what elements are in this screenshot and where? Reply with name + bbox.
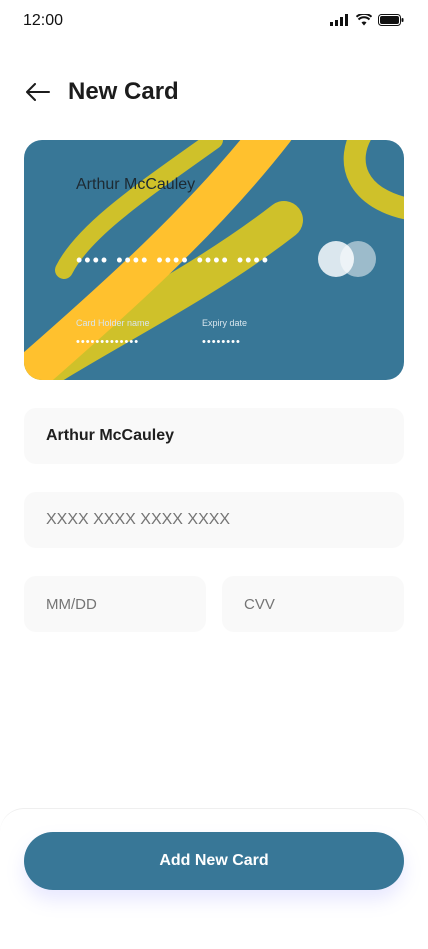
status-time: 12:00	[23, 12, 64, 29]
card-brand-logo	[318, 240, 378, 278]
card-holder-name: Arthur McCauley	[76, 176, 196, 193]
name-field[interactable]	[24, 408, 404, 464]
card-preview: Arthur McCauley •••• •••• •••• •••• ••••…	[24, 140, 404, 380]
arrow-left-icon	[26, 83, 50, 101]
card-number-field[interactable]	[24, 492, 404, 548]
battery-icon	[378, 14, 404, 26]
card-holder-value: •••••••••••••	[76, 336, 140, 348]
name-input[interactable]	[44, 426, 404, 446]
card-number: •••• •••• •••• •••• ••••	[76, 250, 271, 270]
expiry-input[interactable]	[44, 594, 206, 614]
cvv-field[interactable]	[222, 576, 404, 632]
card-holder-label: Card Holder name	[76, 318, 150, 328]
expiry-field[interactable]	[24, 576, 206, 632]
expiry-value: ••••••••	[202, 336, 241, 348]
status-bar: 12:00	[0, 0, 428, 44]
card-number-input[interactable]	[44, 510, 404, 530]
cvv-input[interactable]	[242, 594, 404, 614]
back-button[interactable]	[20, 76, 56, 108]
status-icons	[330, 14, 404, 26]
wifi-icon	[356, 14, 372, 26]
logo-circle-right	[340, 241, 376, 277]
signal-icon	[330, 14, 348, 26]
expiry-label: Expiry date	[202, 318, 248, 328]
page-title: New Card	[68, 78, 179, 105]
header: New Card	[0, 70, 428, 116]
add-new-card-button[interactable]: Add New Card	[24, 832, 404, 890]
